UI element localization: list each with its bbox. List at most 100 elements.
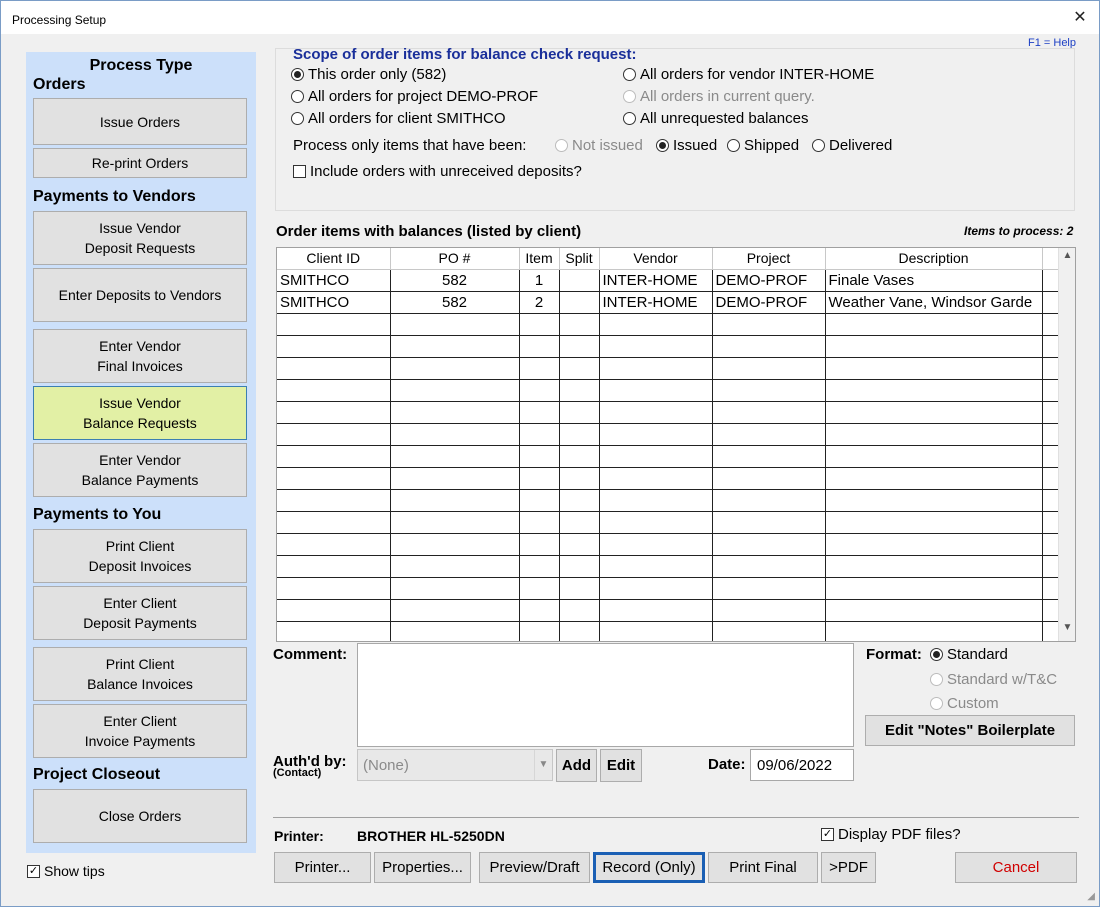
cancel-button[interactable]: Cancel — [955, 852, 1077, 883]
empty-cell — [712, 621, 826, 641]
table-row[interactable]: SMITHCO 582 1 INTER-HOME DEMO-PROF Final… — [277, 269, 1059, 292]
add-contact-button[interactable]: Add — [556, 749, 597, 782]
empty-cell — [599, 533, 713, 556]
scope-vendor-radio[interactable]: All orders for vendor INTER-HOME — [623, 66, 874, 83]
empty-cell — [559, 467, 600, 490]
empty-table-row[interactable] — [277, 335, 1059, 358]
empty-cell — [390, 555, 520, 578]
date-field[interactable]: 09/06/2022 — [750, 749, 854, 781]
print-client-balance-invoices-button[interactable]: Print Client Balance Invoices — [33, 647, 247, 701]
empty-cell — [519, 467, 560, 490]
properties-button[interactable]: Properties... — [374, 852, 471, 883]
record-only-button[interactable]: Record (Only) — [593, 852, 705, 883]
empty-cell — [277, 423, 391, 446]
empty-table-row[interactable] — [277, 467, 1059, 490]
status-delivered-radio[interactable]: Delivered — [812, 137, 892, 154]
empty-cell — [559, 445, 600, 468]
enter-client-invoice-payments-button[interactable]: Enter Client Invoice Payments — [33, 704, 247, 758]
column-header[interactable]: Project — [712, 248, 826, 270]
print-final-button[interactable]: Print Final — [708, 852, 818, 883]
column-header[interactable]: PO # — [390, 248, 520, 270]
empty-cell — [599, 423, 713, 446]
cell-client-id: SMITHCO — [277, 269, 391, 292]
empty-cell — [1042, 401, 1059, 424]
auth-contact-select[interactable]: (None) ▼ — [357, 749, 553, 781]
empty-cell — [519, 511, 560, 534]
column-header[interactable]: Description — [825, 248, 1043, 270]
empty-table-row[interactable] — [277, 577, 1059, 600]
show-tips-checkbox[interactable]: ✓ Show tips — [27, 863, 105, 879]
empty-cell — [599, 313, 713, 336]
edit-notes-boilerplate-button[interactable]: Edit "Notes" Boilerplate — [865, 715, 1075, 746]
items-count: Items to process: 2 — [964, 224, 1074, 238]
empty-cell — [519, 533, 560, 556]
printer-button[interactable]: Printer... — [274, 852, 371, 883]
empty-table-row[interactable] — [277, 533, 1059, 556]
enter-client-deposit-payments-button[interactable]: Enter Client Deposit Payments — [33, 586, 247, 640]
comment-label: Comment: — [273, 646, 348, 663]
empty-table-row[interactable] — [277, 555, 1059, 578]
scope-project-radio[interactable]: All orders for project DEMO-PROF — [291, 88, 538, 105]
status-shipped-radio[interactable]: Shipped — [727, 137, 799, 154]
radio-disabled-icon — [623, 90, 636, 103]
format-standard-radio[interactable]: Standard — [930, 646, 1008, 663]
scope-title: Scope of order items for balance check r… — [293, 46, 637, 63]
pdf-button[interactable]: >PDF — [821, 852, 876, 883]
close-orders-button[interactable]: Close Orders — [33, 789, 247, 843]
comment-textarea[interactable] — [357, 643, 854, 747]
preview-draft-button[interactable]: Preview/Draft — [479, 852, 590, 883]
empty-cell — [519, 599, 560, 622]
empty-table-row[interactable] — [277, 511, 1059, 534]
issue-vendor-balance-requests-button[interactable]: Issue Vendor Balance Requests — [33, 386, 247, 440]
empty-table-row[interactable] — [277, 621, 1059, 641]
checkbox-icon — [293, 165, 306, 178]
column-header[interactable]: Vendor — [599, 248, 713, 270]
empty-table-row[interactable] — [277, 357, 1059, 380]
empty-table-row[interactable] — [277, 445, 1059, 468]
column-header[interactable]: Client ID — [277, 248, 391, 270]
issue-vendor-deposit-requests-button[interactable]: Issue Vendor Deposit Requests — [33, 211, 247, 265]
empty-table-row[interactable] — [277, 313, 1059, 336]
enter-vendor-final-invoices-button[interactable]: Enter Vendor Final Invoices — [33, 329, 247, 383]
items-grid[interactable]: Client ID PO # Item Split Vendor Project… — [276, 247, 1076, 642]
empty-cell — [559, 533, 600, 556]
print-client-deposit-invoices-button[interactable]: Print Client Deposit Invoices — [33, 529, 247, 583]
scope-unrequested-radio[interactable]: All unrequested balances — [623, 110, 808, 127]
enter-vendor-balance-payments-button[interactable]: Enter Vendor Balance Payments — [33, 443, 247, 497]
scope-this-order-radio[interactable]: This order only (582) — [291, 66, 446, 83]
empty-cell — [1042, 467, 1059, 490]
empty-cell — [519, 313, 560, 336]
empty-table-row[interactable] — [277, 489, 1059, 512]
chevron-down-icon[interactable]: ▼ — [534, 750, 552, 780]
empty-cell — [599, 511, 713, 534]
table-row[interactable]: SMITHCO 582 2 INTER-HOME DEMO-PROF Weath… — [277, 291, 1059, 314]
empty-cell — [390, 599, 520, 622]
empty-table-row[interactable] — [277, 599, 1059, 622]
edit-contact-button[interactable]: Edit — [600, 749, 642, 782]
section-payments-to-you: Payments to You — [33, 506, 162, 523]
scroll-up-icon[interactable]: ▲ — [1059, 250, 1075, 267]
include-deposits-checkbox[interactable]: Include orders with unreceived deposits? — [293, 163, 582, 180]
date-label: Date: — [708, 756, 746, 773]
empty-table-row[interactable] — [277, 423, 1059, 446]
scroll-down-icon[interactable]: ▼ — [1059, 622, 1075, 639]
grid-scrollbar[interactable]: ▲ ▼ — [1058, 248, 1075, 641]
empty-table-row[interactable] — [277, 401, 1059, 424]
status-issued-radio[interactable]: Issued — [656, 137, 717, 154]
reprint-orders-button[interactable]: Re-print Orders — [33, 148, 247, 178]
radio-disabled-icon — [930, 697, 943, 710]
enter-deposits-to-vendors-button[interactable]: Enter Deposits to Vendors — [33, 268, 247, 322]
empty-cell — [390, 467, 520, 490]
empty-cell — [277, 467, 391, 490]
issue-orders-button[interactable]: Issue Orders — [33, 98, 247, 145]
column-header[interactable]: Item — [519, 248, 560, 270]
close-icon[interactable]: ✕ — [1069, 7, 1091, 29]
table-header-row: Client ID PO # Item Split Vendor Project… — [277, 248, 1059, 270]
scope-client-radio[interactable]: All orders for client SMITHCO — [291, 110, 506, 127]
resize-grip-icon[interactable]: ◢ — [1087, 891, 1095, 902]
column-header[interactable]: Split — [559, 248, 600, 270]
empty-table-row[interactable] — [277, 379, 1059, 402]
empty-cell — [712, 379, 826, 402]
empty-cell — [825, 357, 1043, 380]
display-pdf-checkbox[interactable]: ✓ Display PDF files? — [821, 826, 961, 843]
